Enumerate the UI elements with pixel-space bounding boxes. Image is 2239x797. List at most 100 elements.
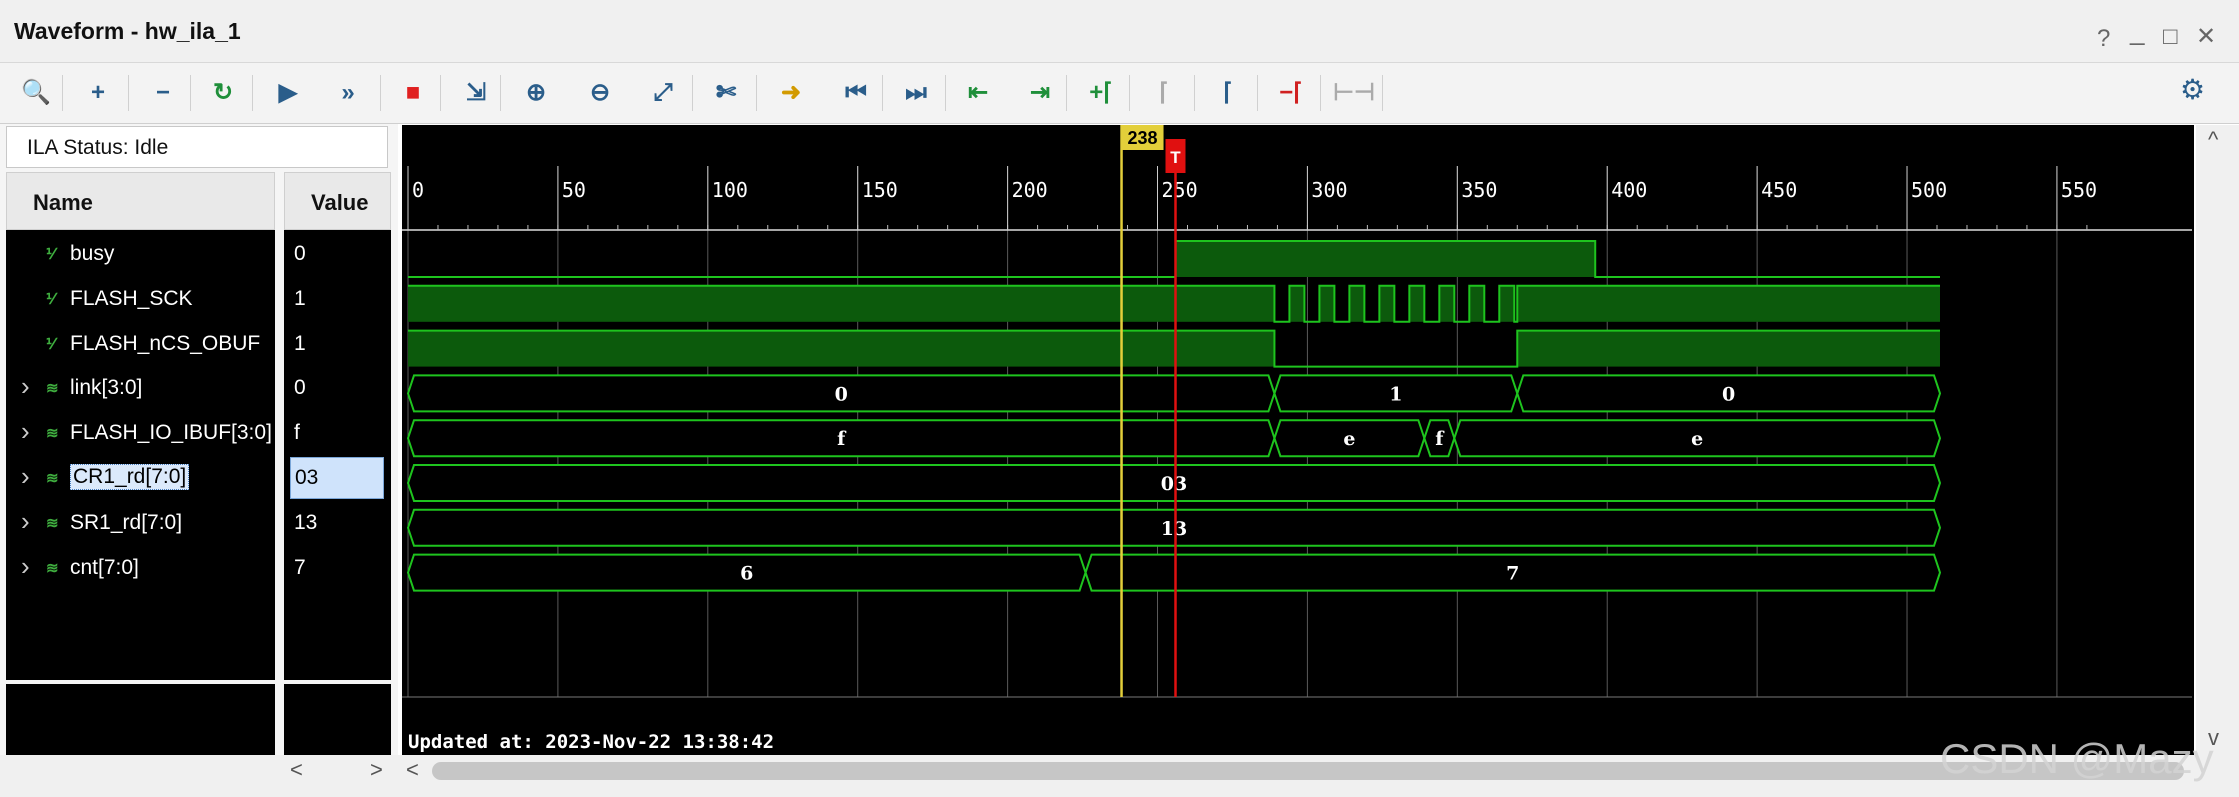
- swap-cursors-button[interactable]: ⊢⊣: [1333, 75, 1375, 111]
- toolbar-separator: [756, 75, 757, 111]
- settings-button[interactable]: ⚙: [2180, 73, 2216, 109]
- signal-value-text: 1: [294, 286, 306, 310]
- minimize-button[interactable]: _: [2130, 18, 2144, 44]
- run-trigger-immediate-icon: ↻: [212, 79, 234, 106]
- next-transition-button[interactable]: ⇥: [1022, 75, 1058, 111]
- waveform-canvas[interactable]: 0 50 100 150 200 250 300 350 400 450 500 550 0 1 0 f e f e…: [402, 125, 2194, 755]
- expand-chevron-icon[interactable]: ›: [21, 416, 30, 447]
- delete-marker-icon: −⌈: [1279, 79, 1303, 106]
- bit-high-fill: [1499, 285, 1515, 322]
- remove-button[interactable]: −: [145, 75, 181, 111]
- bus-value-label: 0: [1722, 383, 1735, 405]
- signal-row[interactable]: › ≋ cnt[7:0]: [6, 547, 275, 591]
- run-continuous-button[interactable]: »: [330, 75, 366, 111]
- help-button[interactable]: ?: [2097, 27, 2110, 51]
- signal-row[interactable]: ⅟ FLASH_nCS_OBUF: [6, 323, 275, 367]
- zoom-fit-button[interactable]: ⤢: [645, 75, 681, 111]
- toolbar-separator: [252, 75, 253, 111]
- previous-marker-button[interactable]: ⌈: [1146, 75, 1182, 111]
- goto-end-button[interactable]: ⏭: [898, 75, 934, 111]
- expand-chevron-icon[interactable]: ›: [21, 551, 30, 582]
- name-column-header[interactable]: Name: [6, 172, 275, 230]
- bit-high-fill: [1517, 330, 1940, 367]
- timeline-tick-label: 200: [1012, 178, 1048, 202]
- remove-icon: −: [155, 79, 170, 106]
- signal-value-text: 0: [294, 376, 306, 400]
- zoom-in-button[interactable]: ⊕: [518, 75, 554, 111]
- stop-button[interactable]: ■: [395, 75, 431, 111]
- search-button[interactable]: 🔍: [18, 75, 54, 111]
- signal-value[interactable]: 1: [284, 323, 391, 367]
- signal-name: link[3:0]: [70, 376, 143, 400]
- delete-marker-button[interactable]: −⌈: [1273, 75, 1309, 111]
- next-marker-button[interactable]: ⌈: [1210, 75, 1246, 111]
- close-button[interactable]: ✕: [2196, 25, 2216, 49]
- add-marker-button[interactable]: +⌈: [1083, 75, 1119, 111]
- bus-signal-icon: ≋: [46, 514, 59, 532]
- horizontal-scroll-thumb[interactable]: [432, 762, 2184, 780]
- goto-start-button[interactable]: ⏮: [838, 75, 874, 111]
- run-trigger-immediate-button[interactable]: ↻: [205, 75, 241, 111]
- bit-high-fill: [1409, 285, 1425, 322]
- bus-value-label: 0: [835, 383, 848, 405]
- maximize-button[interactable]: □: [2163, 25, 2178, 49]
- timeline-tick-label: 500: [1911, 178, 1947, 202]
- signal-name-list-empty: [6, 684, 275, 755]
- signal-name: cnt[7:0]: [70, 555, 139, 579]
- expand-chevron-icon[interactable]: ›: [21, 506, 30, 537]
- wave-scroll-left-icon[interactable]: <: [406, 757, 419, 783]
- signal-name: FLASH_nCS_OBUF: [70, 331, 261, 355]
- bit-signal-icon: ⅟: [46, 335, 55, 353]
- signal-value[interactable]: 0: [284, 233, 391, 277]
- signal-value[interactable]: 7: [284, 547, 391, 591]
- signal-row[interactable]: › ≋ CR1_rd[7:0]: [6, 457, 275, 501]
- toolbar-separator: [692, 75, 693, 111]
- signal-value[interactable]: 13: [284, 502, 391, 546]
- signal-value[interactable]: 03: [290, 457, 384, 499]
- watermark: CSDN @Mazy: [1940, 735, 2214, 782]
- run-trigger-button[interactable]: ▶: [270, 75, 306, 111]
- zoom-out-icon: ⊖: [589, 79, 611, 106]
- signal-row[interactable]: ⅟ busy: [6, 233, 275, 277]
- waveform-svg: 0 50 100 150 200 250 300 350 400 450 500 5500 1 0f e f e…: [402, 125, 2192, 753]
- toolbar-separator: [440, 75, 441, 111]
- title-bar: [0, 0, 2239, 62]
- trigger-label: T: [1170, 148, 1181, 167]
- signal-row[interactable]: › ≋ SR1_rd[7:0]: [6, 502, 275, 546]
- bus-value-label: 7: [1506, 563, 1519, 585]
- signal-value-list: 0 1 1 0 f 03 13 7: [284, 230, 391, 680]
- signal-value[interactable]: 1: [284, 278, 391, 322]
- stop-icon: ■: [405, 79, 421, 106]
- goto-cursor-icon: ➜: [780, 79, 802, 106]
- signal-row[interactable]: › ≋ FLASH_IO_IBUF[3:0]: [6, 412, 275, 456]
- updated-at-text: Updated at: 2023-Nov-22 13:38:42: [408, 731, 774, 753]
- signal-value-text: 03: [295, 466, 319, 489]
- bit-high-fill: [1349, 285, 1365, 322]
- previous-transition-button[interactable]: ⇤: [960, 75, 996, 111]
- timeline-tick-label: 50: [562, 178, 586, 202]
- zoom-out-button[interactable]: ⊖: [582, 75, 618, 111]
- snap-button[interactable]: ✄: [708, 75, 744, 111]
- signal-value[interactable]: f: [284, 412, 391, 456]
- names-scroll-left-icon[interactable]: <: [290, 757, 303, 783]
- goto-cursor-button[interactable]: ➜: [773, 75, 809, 111]
- bit-high-fill: [1469, 285, 1485, 322]
- scroll-up-icon[interactable]: ^: [2208, 127, 2218, 153]
- timeline-tick-label: 450: [1761, 178, 1797, 202]
- names-scroll-right-icon[interactable]: >: [370, 757, 383, 783]
- bus-value-label: 03: [1161, 473, 1187, 495]
- signal-row[interactable]: ⅟ FLASH_SCK: [6, 278, 275, 322]
- signal-value[interactable]: 0: [284, 367, 391, 411]
- signal-value-text: 0: [294, 242, 306, 265]
- export-button[interactable]: ⇲: [458, 75, 494, 111]
- expand-chevron-icon[interactable]: ›: [21, 461, 30, 492]
- previous-transition-icon: ⇤: [967, 79, 989, 106]
- signal-row[interactable]: › ≋ link[3:0]: [6, 367, 275, 411]
- vertical-scrollbar[interactable]: ^ v: [2196, 125, 2239, 755]
- value-column-header[interactable]: Value: [284, 172, 391, 230]
- add-button[interactable]: +: [80, 75, 116, 111]
- signal-name-list: ⅟ busy ⅟ FLASH_SCK ⅟ FLASH_nCS_OBUF › ≋ link[3:0…: [6, 230, 275, 680]
- timeline-tick-label: 400: [1611, 178, 1647, 202]
- expand-chevron-icon[interactable]: ›: [21, 371, 30, 402]
- bit-high-fill: [1517, 285, 1940, 322]
